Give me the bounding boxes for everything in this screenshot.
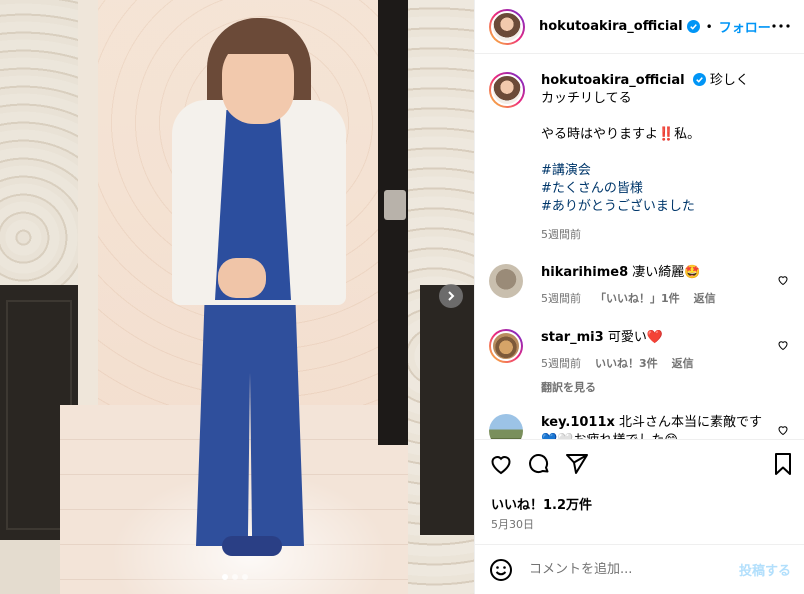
verified-badge-icon — [686, 20, 700, 33]
bookmark-icon[interactable] — [771, 452, 795, 476]
reply-button[interactable]: 返信 — [694, 290, 716, 308]
reply-button[interactable]: 返信 — [672, 355, 694, 373]
follow-button[interactable]: フォロー — [719, 17, 771, 36]
person-shoes — [222, 536, 282, 556]
heart-icon[interactable] — [777, 274, 789, 286]
caption-line: やる時はやりますよ‼️私。 — [541, 127, 701, 142]
comment-input[interactable] — [529, 562, 719, 577]
post-caption: hokutoakira_official 珍しく カッチリしてる やる時はやりま… — [489, 72, 789, 244]
wainscot-right — [420, 285, 474, 535]
floor-light — [110, 470, 390, 594]
person-bangs — [218, 24, 298, 54]
carousel-dot — [232, 574, 238, 580]
like-count[interactable]: いいね！1.2万件 — [491, 494, 592, 513]
comment-text: 凄い綺麗🤩 — [632, 265, 701, 280]
comment-text: 可愛い❤️ — [607, 330, 664, 345]
more-options-icon[interactable] — [771, 18, 791, 34]
like-heart-icon[interactable] — [489, 452, 513, 476]
comment-timestamp[interactable]: 5週間前 — [541, 355, 581, 373]
author-avatar[interactable] — [489, 8, 525, 45]
post-header: hokutoakira_official • フォロー — [475, 0, 804, 54]
comment-item: key.1011x 北斗さん本当に素敵です💙🤍お疲れ様でした😊 — [489, 414, 789, 439]
caption-avatar[interactable] — [489, 72, 525, 108]
caption-timestamp[interactable]: 5週間前 — [541, 226, 789, 244]
post-actions: いいね！1.2万件 5月30日 — [475, 439, 804, 539]
caption-line: カッチリしてる — [541, 91, 632, 106]
emoji-icon[interactable] — [489, 558, 513, 582]
post-comment-button[interactable]: 投稿する — [739, 560, 791, 579]
hashtag-link[interactable]: #たくさんの皆様 — [541, 180, 789, 198]
commenter-username[interactable]: star_mi3 — [541, 330, 604, 345]
post-media[interactable] — [0, 0, 474, 594]
caption-line: 珍しく — [709, 73, 749, 88]
chevron-right-icon — [448, 291, 455, 301]
commenter-username[interactable]: key.1011x — [541, 415, 615, 430]
comment-likes[interactable]: 「いいね！」1件 — [595, 290, 680, 308]
post-date[interactable]: 5月30日 — [491, 516, 534, 532]
comment-item: star_mi3 可愛い❤️ 5週間前 いいね！3件 返信 翻訳を見る — [489, 329, 789, 397]
carousel-indicator — [222, 574, 248, 580]
comment-icon[interactable] — [527, 452, 551, 476]
hashtag-link[interactable]: #講演会 — [541, 162, 789, 180]
hashtag-link[interactable]: #ありがとうございました — [541, 198, 789, 216]
heart-icon[interactable] — [777, 424, 789, 436]
add-comment-bar: 投稿する — [475, 544, 804, 594]
commenter-avatar[interactable] — [489, 329, 523, 363]
author-username[interactable]: hokutoakira_official — [539, 19, 683, 34]
see-translation-button[interactable]: 翻訳を見る — [541, 379, 767, 397]
comment-timestamp[interactable]: 5週間前 — [541, 290, 581, 308]
comments-list[interactable]: hokutoakira_official 珍しく カッチリしてる やる時はやりま… — [475, 54, 804, 439]
comment-item: hikarihime8 凄い綺麗🤩 5週間前 「いいね！」1件 返信 — [489, 264, 789, 308]
carousel-dot — [242, 574, 248, 580]
commenter-avatar[interactable] — [489, 264, 523, 298]
commenter-avatar[interactable] — [489, 414, 523, 439]
share-icon[interactable] — [565, 452, 589, 476]
separator-dot: • — [705, 19, 713, 34]
door-handle — [384, 190, 406, 220]
heart-icon[interactable] — [777, 339, 789, 351]
caption-username[interactable]: hokutoakira_official — [541, 73, 685, 88]
post-panel: hokutoakira_official • フォロー hokutoakira_… — [474, 0, 804, 594]
carousel-next-button[interactable] — [439, 284, 463, 308]
comment-likes[interactable]: いいね！3件 — [595, 355, 658, 373]
door — [378, 0, 408, 445]
commenter-username[interactable]: hikarihime8 — [541, 265, 628, 280]
person-hands — [218, 258, 266, 298]
carousel-dot — [222, 574, 228, 580]
verified-badge-icon — [692, 73, 706, 86]
